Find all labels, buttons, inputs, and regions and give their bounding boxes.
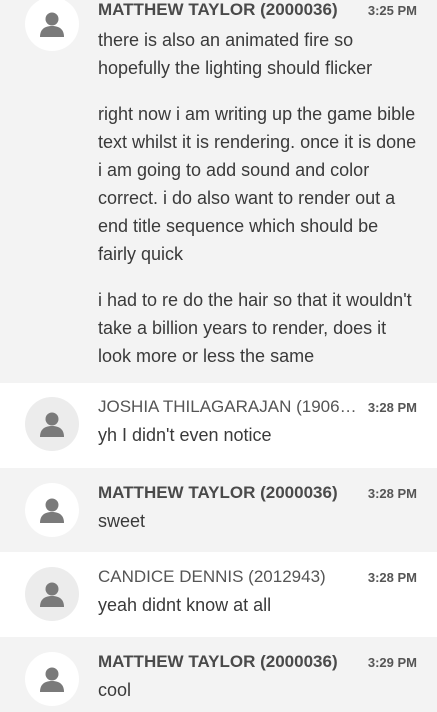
message-timestamp: 3:29 PM — [367, 655, 417, 670]
message-item: MATTHEW TAYLOR (2000036) 3:28 PM sweet — [0, 468, 437, 552]
message-text: cool — [98, 680, 132, 700]
avatar[interactable] — [25, 567, 79, 621]
author-name[interactable]: MATTHEW TAYLOR (2000036) — [98, 652, 338, 672]
avatar[interactable] — [25, 483, 79, 537]
message-timestamp: 3:28 PM — [367, 570, 417, 585]
message-body: CANDICE DENNIS (2012943) 3:28 PM yeah di… — [98, 567, 417, 637]
author-name[interactable]: JOSHIA THILAGARAJAN (19066... — [98, 397, 360, 417]
message-timestamp: 3:28 PM — [367, 486, 417, 501]
message-item: MATTHEW TAYLOR (2000036) 3:29 PM cool — [0, 637, 437, 712]
avatar[interactable] — [25, 652, 79, 706]
message-text: yeah didnt know at all — [98, 595, 272, 615]
user-icon — [40, 12, 64, 37]
message-text: there is also an animated fire so hopefu… — [98, 30, 373, 78]
user-icon — [40, 667, 64, 692]
author-name[interactable]: MATTHEW TAYLOR (2000036) — [98, 483, 338, 503]
message-timestamp: 3:28 PM — [367, 400, 417, 415]
message-timestamp: 3:25 PM — [367, 3, 417, 18]
author-name[interactable]: CANDICE DENNIS (2012943) — [98, 567, 326, 587]
message-body: JOSHIA THILAGARAJAN (19066... 3:28 PM yh… — [98, 397, 417, 468]
message-text: sweet — [98, 511, 146, 531]
message-item: JOSHIA THILAGARAJAN (19066... 3:28 PM yh… — [0, 383, 437, 468]
message-body: MATTHEW TAYLOR (2000036) 3:28 PM sweet — [98, 483, 417, 552]
message-item: MATTHEW TAYLOR (2000036) 3:25 PM there i… — [0, 0, 437, 383]
user-icon — [40, 498, 64, 523]
user-icon — [40, 412, 64, 437]
message-text: i had to re do the hair so that it would… — [98, 290, 412, 366]
message-feed: MATTHEW TAYLOR (2000036) 3:25 PM there i… — [0, 0, 437, 712]
message-item: CANDICE DENNIS (2012943) 3:28 PM yeah di… — [0, 552, 437, 637]
message-text: right now i am writing up the game bible… — [98, 104, 417, 264]
author-name[interactable]: MATTHEW TAYLOR (2000036) — [98, 0, 338, 20]
avatar[interactable] — [25, 0, 79, 51]
user-icon — [40, 582, 64, 607]
message-body: MATTHEW TAYLOR (2000036) 3:29 PM cool — [98, 652, 417, 712]
message-text: yh I didn't even notice — [98, 425, 272, 445]
message-body: MATTHEW TAYLOR (2000036) 3:25 PM there i… — [98, 0, 417, 383]
avatar[interactable] — [25, 397, 79, 451]
